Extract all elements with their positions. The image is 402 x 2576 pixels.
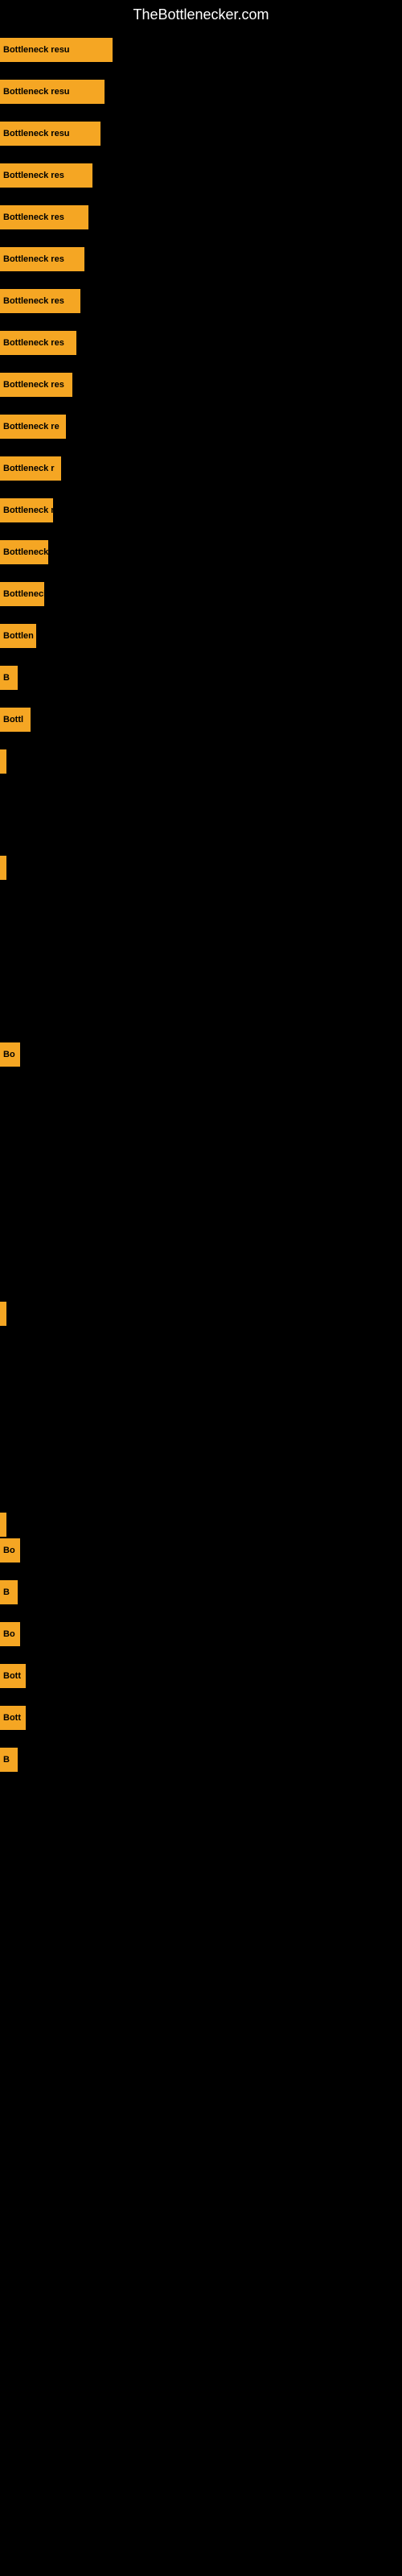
bar-row-20 [0,1294,402,1318]
bar-row-23: B [0,1572,402,1612]
bar-row-24: Bo [0,1614,402,1654]
bottleneck-bar-26: Bott [0,1706,26,1730]
bottleneck-bar-24: Bo [0,1622,20,1646]
bar-row-27: B [0,1740,402,1780]
bottleneck-bar-10: Bottleneck r [0,456,61,481]
bottleneck-bar-16: Bottl [0,708,31,732]
bottleneck-bar-8: Bottleneck res [0,373,72,397]
bar-row-14: Bottlen [0,616,402,656]
bottleneck-bar-25: Bott [0,1664,26,1688]
bar-row-22: Bo [0,1530,402,1571]
bar-row-13: Bottleneck r [0,574,402,614]
spacer-4 [0,1319,402,1505]
bottleneck-bar-12: Bottleneck r [0,540,48,564]
bar-row-15: B [0,658,402,698]
bar-row-12: Bottleneck r [0,532,402,572]
bar-row-10: Bottleneck r [0,448,402,489]
bar-row-18 [0,848,402,872]
bottleneck-bar-20 [0,1302,6,1326]
bar-row-6: Bottleneck res [0,281,402,321]
bottleneck-bar-11: Bottleneck r [0,498,53,522]
bottleneck-bar-22: Bo [0,1538,20,1563]
bottleneck-bar-17 [0,749,6,774]
bottleneck-bar-15: B [0,666,18,690]
bar-row-25: Bott [0,1656,402,1696]
page-title: TheBottlenecker.com [0,0,402,30]
bottleneck-bar-6: Bottleneck res [0,289,80,313]
bottleneck-bar-23: B [0,1580,18,1604]
bar-row-9: Bottleneck re [0,407,402,447]
bottleneck-bar-3: Bottleneck res [0,163,92,188]
bottleneck-bar-5: Bottleneck res [0,247,84,271]
bar-row-2: Bottleneck resu [0,114,402,154]
bottleneck-bar-14: Bottlen [0,624,36,648]
bar-row-0: Bottleneck resu [0,30,402,70]
bar-row-16: Bottl [0,700,402,740]
bottleneck-bar-7: Bottleneck res [0,331,76,355]
bottleneck-bar-1: Bottleneck resu [0,80,105,104]
bottleneck-bar-13: Bottleneck r [0,582,44,606]
bottleneck-bar-2: Bottleneck resu [0,122,100,146]
bottleneck-bar-9: Bottleneck re [0,415,66,439]
bar-row-21 [0,1505,402,1529]
bar-row-8: Bottleneck res [0,365,402,405]
bar-row-4: Bottleneck res [0,197,402,237]
bar-row-7: Bottleneck res [0,323,402,363]
bar-row-3: Bottleneck res [0,155,402,196]
bottleneck-bar-4: Bottleneck res [0,205,88,229]
spacer-1 [0,767,402,848]
spacer-3 [0,1076,402,1294]
bar-row-11: Bottleneck r [0,490,402,530]
bottleneck-bar-19: Bo [0,1042,20,1067]
bottleneck-bar-18 [0,856,6,880]
bar-row-1: Bottleneck resu [0,72,402,112]
bottleneck-bar-0: Bottleneck resu [0,38,113,62]
bar-row-17 [0,741,402,766]
bottleneck-bar-27: B [0,1748,18,1772]
spacer-2 [0,873,402,1034]
bar-row-26: Bott [0,1698,402,1738]
bar-row-19: Bo [0,1034,402,1075]
bar-row-5: Bottleneck res [0,239,402,279]
